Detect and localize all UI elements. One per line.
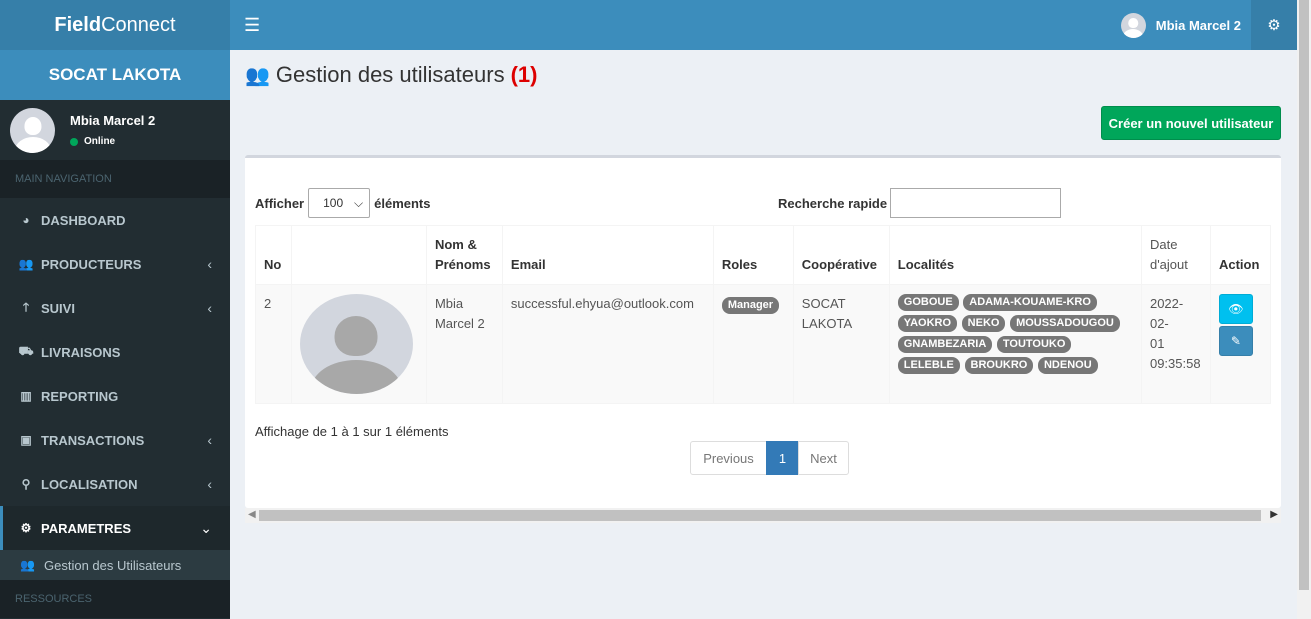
sidebar-item-reporting[interactable]: ▥ REPORTING — [0, 374, 230, 418]
sidebar-subitem-gestion-utilisateurs[interactable]: 👥 Gestion des Utilisateurs — [0, 550, 230, 580]
sidebar-toggle-icon[interactable]: ☰ — [244, 15, 260, 36]
localite-badge: NEKO — [961, 315, 1006, 332]
horizontal-scrollbar[interactable]: ◀ ▶ — [245, 508, 1281, 523]
localite-badge: YAOKRO — [897, 315, 958, 332]
localite-badge: GNAMBEZARIA — [897, 336, 993, 353]
localite-badge: NDENOU — [1037, 357, 1098, 374]
cell-name: Mbia Marcel 2 — [425, 284, 503, 404]
cogs-icon: ⚙ — [20, 521, 32, 535]
create-user-button[interactable]: Créer un nouvel utilisateur — [1101, 106, 1281, 140]
user-panel: Mbia Marcel 2 Online — [0, 100, 230, 160]
pagination-page-1[interactable]: 1 — [766, 441, 799, 475]
nav-header-ressources: RESSOURCES — [0, 580, 230, 618]
sidebar-item-suivi[interactable]: 🡑 SUIVI ‹ — [0, 286, 230, 330]
localite-badge: GOBOUE — [897, 294, 959, 311]
table-row: 2 Mbia Marcel 2 successful.ehyua@outlook… — [255, 284, 1272, 404]
arrow-up-icon: 🡑 — [22, 299, 30, 314]
sidebar-item-transactions[interactable]: ▣ TRANSACTIONS ‹ — [0, 418, 230, 462]
cell-email: successful.ehyua@outlook.com — [501, 284, 714, 404]
search-control: Recherche rapide — [778, 188, 1062, 218]
sidebar-item-livraisons[interactable]: ⛟ LIVRAISONS — [0, 330, 230, 374]
sidebar-item-parametres[interactable]: ⚙ PARAMETRES ⌄ — [0, 506, 230, 550]
users-table: No Nom & Prénoms Email Roles Coopérative… — [255, 225, 1272, 404]
col-header-photo — [290, 225, 427, 285]
pagination-next[interactable]: Next — [798, 441, 849, 475]
pagination-previous[interactable]: Previous — [690, 441, 767, 475]
page-title: 👥 Gestion des utilisateurs (1) — [245, 62, 538, 87]
organization-name: SOCAT LAKOTA — [0, 50, 230, 100]
localite-badge: TOUTOUKO — [996, 336, 1072, 353]
delivery-icon: ⛟ — [18, 344, 34, 358]
pencil-icon: ✎ — [1230, 334, 1241, 348]
sidebar-item-localisation[interactable]: ⚲ LOCALISATION ‹ — [0, 462, 230, 506]
top-user-name: Mbia Marcel 2 — [1155, 17, 1241, 33]
chevron-left-icon: ‹ — [207, 300, 212, 316]
avatar — [1120, 12, 1146, 38]
sidebar-item-dashboard[interactable]: ◕ DASHBOARD — [0, 198, 230, 242]
table-info: Affichage de 1 à 1 sur 1 éléments — [255, 424, 449, 439]
user-name: Mbia Marcel 2 — [70, 113, 156, 128]
app-logo[interactable]: FieldConnect — [0, 0, 230, 50]
users-table-box: Afficher 100 ⌵ éléments Recherche rapide … — [245, 155, 1281, 508]
vertical-scrollbar[interactable] — [1297, 0, 1311, 619]
eye-icon: 👁 — [1228, 302, 1244, 316]
cell-localites: GOBOUE ADAMA-KOUAME-KRO YAOKRO NEKO MOUS… — [888, 284, 1142, 404]
user-menu[interactable]: Mbia Marcel 2 — [1111, 0, 1251, 50]
col-header-action: Action — [1209, 225, 1272, 285]
chevron-down-icon: ⌄ — [200, 519, 212, 536]
cell-actions: 👁 ✎ — [1209, 284, 1272, 404]
col-header-date[interactable]: Date d'ajout — [1140, 225, 1211, 285]
cell-cooperative: SOCAT LAKOTA — [792, 284, 890, 404]
dashboard-icon: ◕ — [22, 213, 30, 227]
localite-badge: LELEBLE — [897, 357, 960, 374]
map-marker-icon: ⚲ — [21, 477, 31, 491]
cell-photo — [290, 284, 427, 404]
cell-no: 2 — [255, 284, 292, 404]
chevron-left-icon: ‹ — [207, 432, 212, 448]
search-input[interactable] — [890, 188, 1062, 218]
settings-cogs-icon[interactable]: ⚙ — [1251, 0, 1297, 50]
localite-badge: ADAMA-KOUAME-KRO — [963, 294, 1097, 311]
chevron-down-icon: ⌵ — [354, 195, 364, 210]
users-icon: 👥 — [20, 558, 35, 572]
avatar — [299, 294, 413, 394]
localite-badge: BROUKRO — [964, 357, 1034, 374]
scroll-right-icon[interactable]: ▶ — [1270, 509, 1278, 520]
page-length-control: Afficher 100 ⌵ éléments — [255, 188, 431, 218]
pagination: Previous 1 Next — [690, 441, 849, 475]
users-icon: 👥 — [245, 64, 270, 87]
nav-header-main: MAIN NAVIGATION — [0, 160, 230, 198]
edit-button[interactable]: ✎ — [1218, 326, 1253, 356]
scroll-left-icon[interactable]: ◀ — [248, 509, 256, 520]
sidebar: FieldConnect SOCAT LAKOTA Mbia Marcel 2 … — [0, 0, 230, 619]
col-header-name[interactable]: Nom & Prénoms — [425, 225, 503, 285]
col-header-email[interactable]: Email — [501, 225, 714, 285]
view-button[interactable]: 👁 — [1218, 294, 1253, 324]
avatar — [10, 107, 55, 153]
page-length-select[interactable]: 100 ⌵ — [308, 188, 371, 218]
online-dot-icon — [70, 137, 78, 146]
chevron-left-icon: ‹ — [207, 476, 212, 492]
users-icon: 👥 — [18, 257, 34, 271]
localite-badge: MOUSSADOUGOU — [1010, 315, 1120, 332]
cell-date: 2022-02- 01 09:35:58 — [1140, 284, 1211, 404]
briefcase-icon: ▣ — [20, 433, 32, 447]
col-header-cooperative[interactable]: Coopérative — [792, 225, 890, 285]
cell-role: Manager — [712, 284, 794, 404]
chevron-left-icon: ‹ — [207, 256, 212, 272]
col-header-roles[interactable]: Roles — [712, 225, 794, 285]
col-header-no[interactable]: No — [255, 225, 292, 285]
user-count: (1) — [510, 62, 538, 87]
col-header-localites[interactable]: Localités — [888, 225, 1142, 285]
role-badge: Manager — [721, 297, 780, 314]
bar-chart-icon: ▥ — [20, 389, 32, 403]
sidebar-item-producteurs[interactable]: 👥 PRODUCTEURS ‹ — [0, 242, 230, 286]
user-status: Online — [70, 136, 155, 147]
top-navbar: ☰ Mbia Marcel 2 ⚙ — [230, 0, 1297, 50]
